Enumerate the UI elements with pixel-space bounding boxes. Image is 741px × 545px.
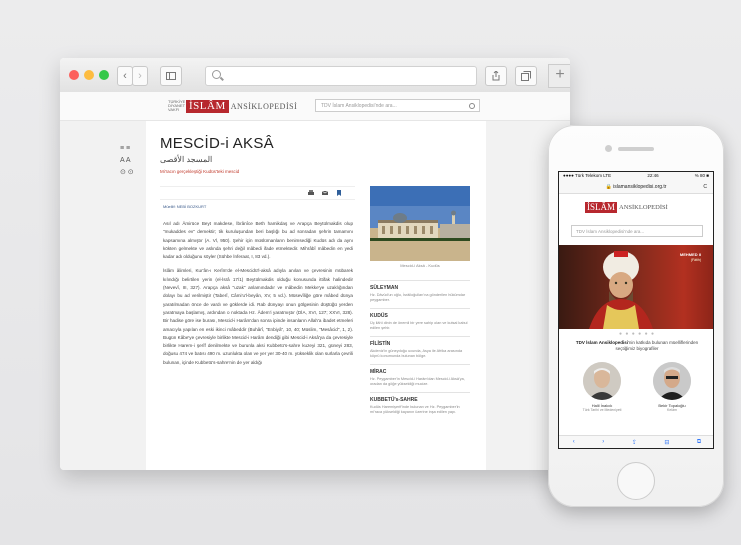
phone-tagline: TDV İslam Ansiklopedisi'nin katkıda bulu… (567, 340, 707, 352)
slider-pagination[interactable]: ● ● ● ● ● ● (559, 331, 713, 337)
article-author: Müellif: NEBİ BOZKURT (163, 204, 207, 209)
person-card[interactable]: Bekir Topaloğlu Kelâm (647, 362, 697, 412)
related-item-title: MİRAC (370, 369, 387, 375)
related-item-title: KUBBETÜ's-SAHRE (370, 397, 418, 403)
article-description: Mi'racın gerçekleştiği Kudüs'teki mescid (160, 169, 240, 174)
home-button[interactable] (617, 462, 655, 500)
tabs-overview-button[interactable] (515, 66, 537, 86)
logo-rest-text: ANSİKLOPEDİSİ (619, 204, 668, 211)
avatar (583, 362, 621, 400)
share-icon (492, 70, 500, 81)
photo-caption: Mescid-i Aksâ - Kudüs (400, 263, 440, 268)
speaker-grille (618, 147, 654, 151)
phone-device: ●●●● Türk Telekom LTE 22:46 % 80 ■ 🔒 isl… (548, 125, 724, 507)
email-icon[interactable] (322, 190, 328, 196)
phone-back-button[interactable]: ‹ (573, 439, 575, 445)
article-body: Asıl adı Âmirüce Beyt makdese, İbrânîce … (163, 220, 353, 373)
maximize-window-button[interactable] (99, 70, 109, 80)
mosque-photo-image (370, 186, 470, 261)
address-bar[interactable] (205, 66, 477, 86)
side-tool-font-size[interactable]: A A (120, 155, 140, 167)
site-logo[interactable]: TÜRKİYE DİYANET VAKFI İSLÂM ANSİKLOPEDİS… (168, 99, 297, 113)
person-role: Türk Tarihi ve Medeniyeti (582, 408, 622, 412)
article-photo[interactable] (370, 186, 470, 261)
stage: ‹ › + TÜRKİYE DİYANET VAKFI İSLÂM ANSİKL… (0, 0, 741, 545)
side-tool-view[interactable]: ⊙ ⊙ (120, 167, 140, 179)
back-button[interactable]: ‹ (117, 66, 133, 86)
browser-toolbar: ‹ › + (60, 58, 570, 93)
related-item-desc: Hz. Dâvûd'un oğlu, İsrâiloğulları'na gön… (370, 293, 466, 302)
print-icon[interactable] (308, 190, 314, 196)
time-text: 22:46 (647, 173, 659, 178)
phone-bookmarks-button[interactable]: ⊟ (664, 439, 669, 446)
related-item[interactable]: KUDÜS Üç ilâhî dinin de önemli bir yere … (370, 308, 470, 336)
logo-rest-text: ANSİKLOPEDİSİ (230, 101, 298, 111)
tagline-rest: 'nin katkıda bulunan müelliflerinden seç… (615, 340, 699, 351)
person-card[interactable]: Halil İnalcık Türk Tarihi ve Medeniyeti (577, 362, 627, 412)
phone-tabs-button[interactable]: ⧉ (697, 439, 701, 446)
search-icon (469, 103, 475, 109)
sidebar-icon (166, 72, 176, 80)
related-item[interactable]: MİRAC Hz. Peygamber'in Mescid-i Harâm'da… (370, 364, 470, 392)
phone-url-text: 🔒 islamansiklopedisi.org.tr (605, 184, 667, 190)
article-paragraph: İslâm âlimleri, Kur'ân-ı Kerîm'de el-Mes… (163, 268, 353, 365)
carrier-text: ●●●● Türk Telekom LTE (563, 173, 612, 178)
forward-button[interactable]: › (132, 66, 148, 86)
bookmark-icon[interactable] (336, 190, 342, 196)
related-item[interactable]: SÜLEYMAN Hz. Dâvûd'un oğlu, İsrâiloğulla… (370, 280, 470, 308)
reload-icon[interactable]: C (703, 182, 707, 193)
site-search-input[interactable]: TDV İslam Ansiklopedisi'nde ara... (315, 99, 480, 112)
camera-icon (605, 145, 612, 152)
logo-box-text: İSLÂM (186, 99, 229, 113)
related-item[interactable]: FİLİSTİN Akdeniz'in güneydoğu ucunda, As… (370, 336, 470, 364)
related-item-desc: Akdeniz'in güneydoğu ucunda, Asya ile Af… (370, 349, 463, 358)
phone-search-input[interactable]: TDV İslam Ansiklopedisi'nde ara... (571, 225, 703, 237)
desktop-browser-window: ‹ › + TÜRKİYE DİYANET VAKFI İSLÂM ANSİKL… (60, 58, 570, 470)
related-item[interactable]: KUBBETÜ's-SAHRE Kudüs Haremişerif'inde b… (370, 392, 470, 420)
related-articles: SÜLEYMAN Hz. Dâvûd'un oğlu, İsrâiloğulla… (370, 280, 470, 420)
phone-share-button[interactable]: ⇪ (632, 439, 637, 446)
article-title: MESCİD-i AKSÂ (160, 135, 274, 152)
logo-box-text: İSLÂM (585, 202, 618, 213)
minimize-window-button[interactable] (84, 70, 94, 80)
related-item-title: FİLİSTİN (370, 341, 391, 347)
close-window-button[interactable] (69, 70, 79, 80)
hero-subtitle: (Fâtih) (690, 258, 701, 262)
phone-browser-toolbar: ‹ › ⇪ ⊟ ⧉ (559, 435, 713, 448)
tabs-icon (521, 71, 531, 81)
avatar (653, 362, 691, 400)
person-role: Kelâm (667, 408, 677, 412)
related-item-desc: Hz. Peygamber'in Mescid-i Harâm'dan Mesc… (370, 377, 465, 386)
related-item-desc: Kudüs Haremişerif'inde bulunan ve Hz. Pe… (370, 405, 460, 414)
logo-small-text: TÜRKİYE DİYANET VAKFI (168, 99, 186, 112)
battery-text: % 80 ■ (694, 173, 709, 178)
site-header: TÜRKİYE DİYANET VAKFI İSLÂM ANSİKLOPEDİS… (60, 92, 570, 121)
hero-title: MEHMED II (679, 252, 701, 257)
share-button[interactable] (485, 66, 507, 86)
search-icon (212, 70, 221, 79)
phone-screen: ●●●● Türk Telekom LTE 22:46 % 80 ■ 🔒 isl… (558, 171, 714, 449)
article-paragraph: Asıl adı Âmirüce Beyt makdese, İbrânîce … (163, 221, 353, 260)
related-item-desc: Üç ilâhî dinin de önemli bir yere sahip … (370, 321, 468, 330)
hero-slider[interactable]: MEHMED II (Fâtih) (559, 245, 713, 329)
related-item-title: KUDÜS (370, 313, 388, 319)
side-tool-layout[interactable]: ≡ ≡ (120, 143, 140, 155)
tagline-bold: TDV İslam Ansiklopedisi (575, 340, 628, 345)
article-side-tools: ≡ ≡ A A ⊙ ⊙ (120, 143, 140, 179)
sidebar-toggle-button[interactable] (160, 66, 182, 86)
article-arabic-title: المسجد الأقصى (160, 155, 213, 164)
phone-forward-button[interactable]: › (602, 439, 604, 445)
site-search-placeholder: TDV İslam Ansiklopedisi'nde ara... (321, 103, 397, 109)
phone-status-bar: ●●●● Türk Telekom LTE 22:46 % 80 ■ (559, 172, 713, 182)
phone-address-bar[interactable]: 🔒 islamansiklopedisi.org.tr C (559, 182, 713, 194)
phone-site-logo[interactable]: İSLÂM ANSİKLOPEDİSİ (585, 202, 668, 213)
related-item-title: SÜLEYMAN (370, 285, 399, 291)
people-list: Halil İnalcık Türk Tarihi ve Medeniyeti … (577, 362, 697, 412)
article-tools-bar (160, 186, 355, 200)
new-tab-button[interactable]: + (548, 64, 570, 88)
